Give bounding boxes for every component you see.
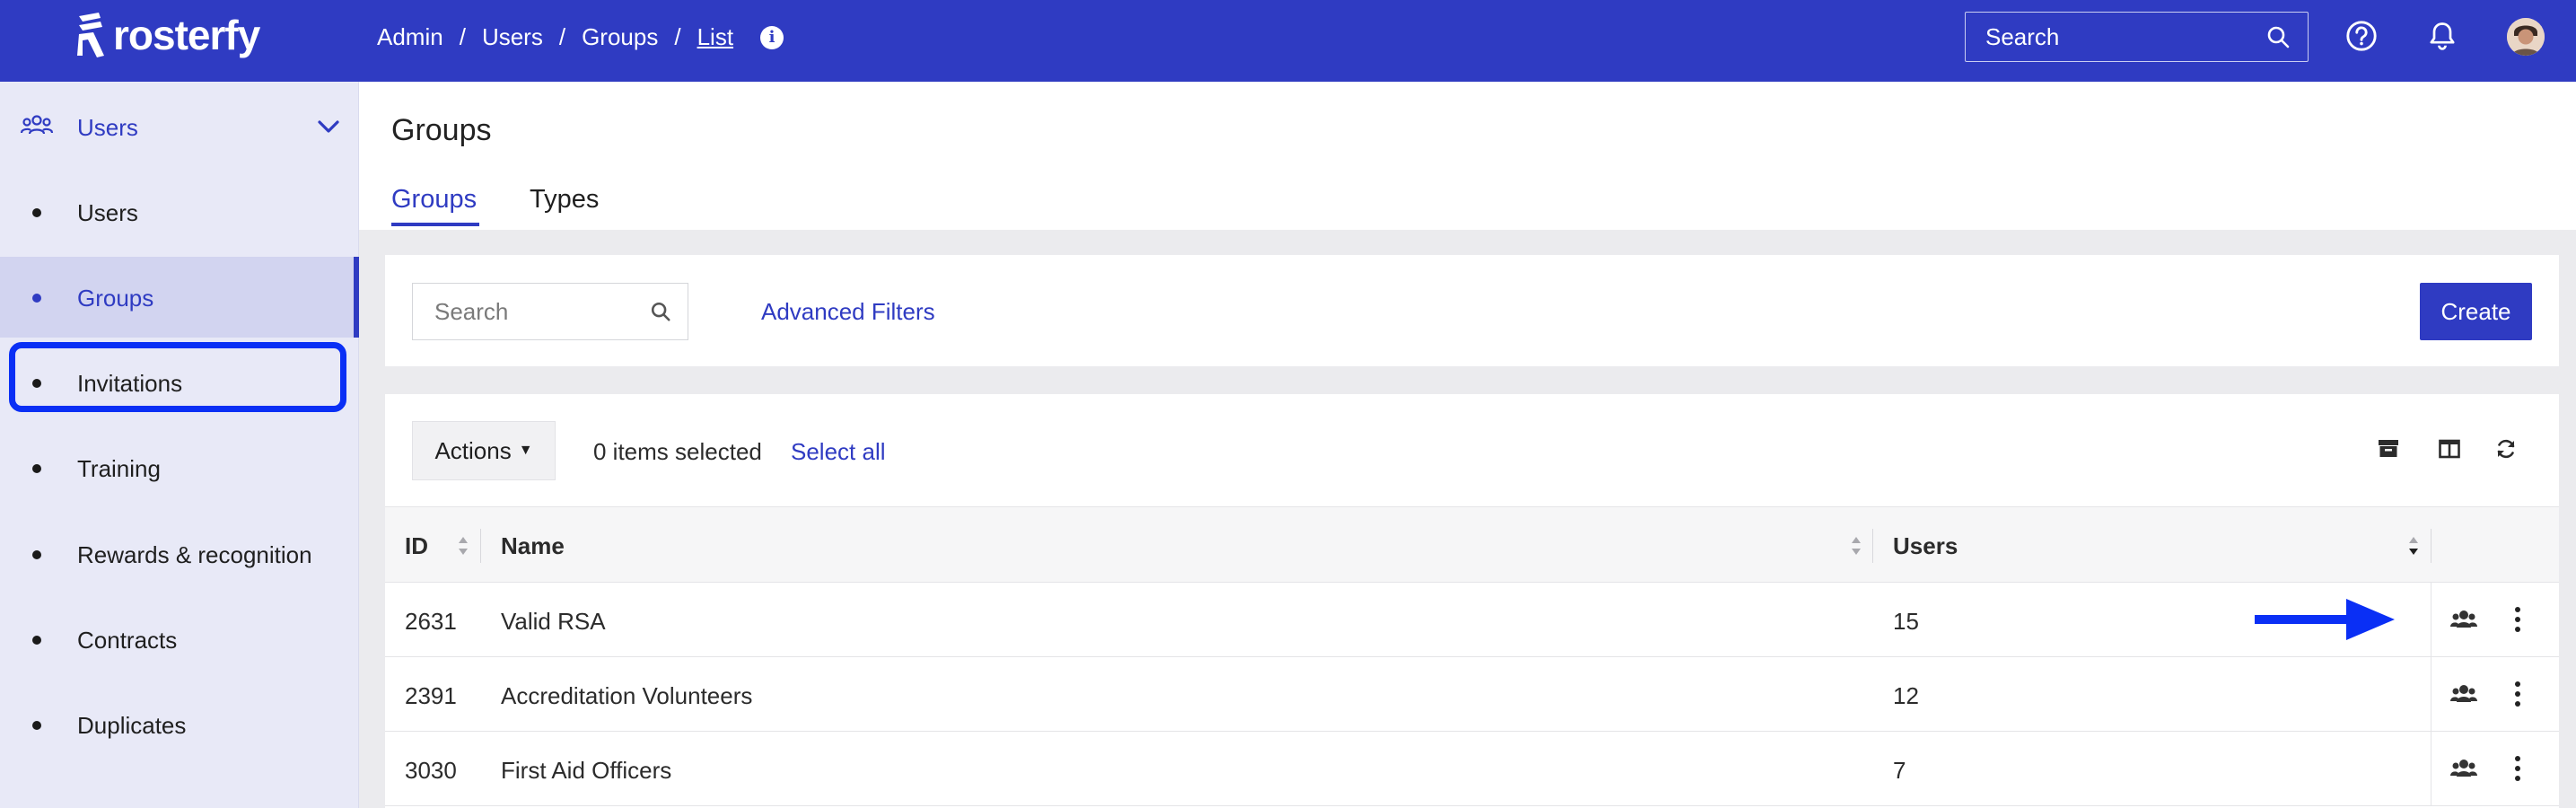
sidebar-item-label: Training — [77, 455, 161, 482]
sidebar-item-contracts[interactable]: Contracts — [0, 599, 359, 680]
breadcrumb-users[interactable]: Users — [482, 23, 543, 51]
bullet-dot — [32, 636, 41, 645]
actions-dropdown[interactable]: Actions ▼ — [412, 421, 556, 480]
rosterfy-logo[interactable]: rosterfy — [74, 11, 260, 59]
bell-icon[interactable] — [2424, 18, 2460, 54]
more-vertical-icon[interactable] — [2512, 679, 2523, 709]
chevron-down-icon[interactable] — [316, 114, 341, 139]
column-header-id[interactable]: ID — [405, 532, 428, 560]
page-header: Groups Groups Types — [359, 82, 2576, 230]
sidebar-item-groups[interactable]: Groups — [0, 257, 359, 338]
cell-name: Accreditation Volunteers — [501, 682, 753, 709]
groups-search-input[interactable]: Search — [412, 283, 688, 340]
column-divider — [480, 529, 481, 563]
cell-users: 15 — [1893, 608, 1919, 635]
archive-icon[interactable] — [2375, 435, 2402, 462]
sort-icon[interactable] — [1850, 534, 1862, 558]
cell-id: 2631 — [405, 608, 457, 635]
tab-active-underline — [391, 223, 479, 226]
global-search-input[interactable]: Search — [1965, 12, 2309, 62]
column-divider — [1872, 529, 1873, 563]
bullet-dot — [32, 464, 41, 473]
avatar[interactable] — [2507, 18, 2545, 56]
filter-card: Search Advanced Filters Create — [385, 255, 2559, 366]
members-icon[interactable] — [2449, 606, 2478, 633]
breadcrumb-separator: / — [558, 23, 566, 50]
breadcrumb-admin[interactable]: Admin — [377, 23, 443, 51]
sidebar-section-users[interactable]: Users — [0, 82, 359, 171]
sidebar-item-label: Duplicates — [77, 712, 187, 739]
breadcrumb-groups[interactable]: Groups — [582, 23, 658, 51]
groups-search-placeholder: Search — [434, 297, 509, 325]
active-indicator — [354, 257, 359, 338]
sidebar: Users Users Groups Invitations Training … — [0, 82, 359, 808]
table-header: ID Name Users — [385, 506, 2559, 583]
sidebar-item-duplicates[interactable]: Duplicates — [0, 684, 359, 765]
page-title: Groups — [391, 113, 492, 147]
breadcrumb-list[interactable]: List — [697, 23, 733, 51]
sidebar-item-training[interactable]: Training — [0, 427, 359, 508]
cell-id: 3030 — [405, 757, 457, 784]
cell-users: 7 — [1893, 757, 1906, 784]
cell-users: 12 — [1893, 682, 1919, 709]
column-header-name[interactable]: Name — [501, 532, 565, 560]
bullet-dot — [32, 550, 41, 559]
search-icon — [2267, 26, 2290, 48]
sidebar-item-label: Groups — [77, 285, 154, 312]
selected-count: 0 items selected — [593, 438, 762, 465]
sidebar-item-label: Contracts — [77, 627, 178, 654]
cell-name: First Aid Officers — [501, 757, 672, 784]
refresh-icon[interactable] — [2493, 435, 2519, 462]
more-vertical-icon[interactable] — [2512, 753, 2523, 784]
cell-name: Valid RSA — [501, 608, 606, 635]
advanced-filters-link[interactable]: Advanced Filters — [761, 298, 935, 326]
table-row[interactable]: 2631 Valid RSA 15 — [385, 583, 2559, 657]
sidebar-item-label: Rewards & recognition — [77, 541, 312, 568]
search-icon — [651, 302, 670, 321]
bullet-dot — [32, 294, 41, 303]
groups-table-card: Actions ▼ 0 items selected Select all ID… — [385, 394, 2559, 808]
create-button[interactable]: Create — [2420, 283, 2532, 340]
sidebar-item-invitations[interactable]: Invitations — [0, 342, 359, 423]
columns-icon[interactable] — [2436, 435, 2463, 462]
table-row[interactable]: 2391 Accreditation Volunteers 12 — [385, 657, 2559, 732]
tab-types[interactable]: Types — [530, 185, 599, 215]
select-all-link[interactable]: Select all — [791, 438, 886, 466]
users-group-icon — [20, 115, 54, 135]
caret-down-icon: ▼ — [518, 443, 533, 458]
more-vertical-icon[interactable] — [2512, 604, 2523, 635]
tab-groups[interactable]: Groups — [391, 185, 477, 215]
arrow-annotation — [2255, 599, 2395, 640]
cell-id: 2391 — [405, 682, 457, 709]
table-row[interactable]: 3030 First Aid Officers 7 — [385, 732, 2559, 806]
breadcrumb-separator: / — [459, 23, 466, 50]
sidebar-item-label: Invitations — [77, 370, 183, 397]
bullet-dot — [32, 379, 41, 388]
breadcrumb: Admin / Users / Groups / List i — [377, 23, 784, 51]
help-icon[interactable] — [2344, 18, 2379, 54]
sort-icon[interactable] — [457, 534, 469, 558]
global-search-placeholder: Search — [1985, 22, 2060, 50]
bullet-dot — [32, 721, 41, 730]
table-toolbar: Actions ▼ 0 items selected Select all — [385, 394, 2559, 506]
sidebar-item-label: Users — [77, 199, 138, 226]
members-icon[interactable] — [2449, 681, 2478, 707]
sidebar-item-rewards[interactable]: Rewards & recognition — [0, 514, 359, 594]
logo-mark-icon — [77, 13, 104, 57]
sidebar-section-label: Users — [77, 114, 138, 141]
sidebar-item-users[interactable]: Users — [0, 171, 359, 252]
breadcrumb-separator: / — [674, 23, 681, 50]
top-bar: rosterfy Admin / Users / Groups / List i… — [0, 0, 2576, 82]
actions-label: Actions — [434, 436, 512, 464]
members-icon[interactable] — [2449, 755, 2478, 782]
column-header-users[interactable]: Users — [1893, 532, 1958, 560]
sort-icon[interactable] — [2407, 534, 2420, 558]
logo-text: rosterfy — [113, 12, 260, 58]
info-icon[interactable]: i — [760, 25, 784, 49]
bullet-dot — [32, 208, 41, 217]
